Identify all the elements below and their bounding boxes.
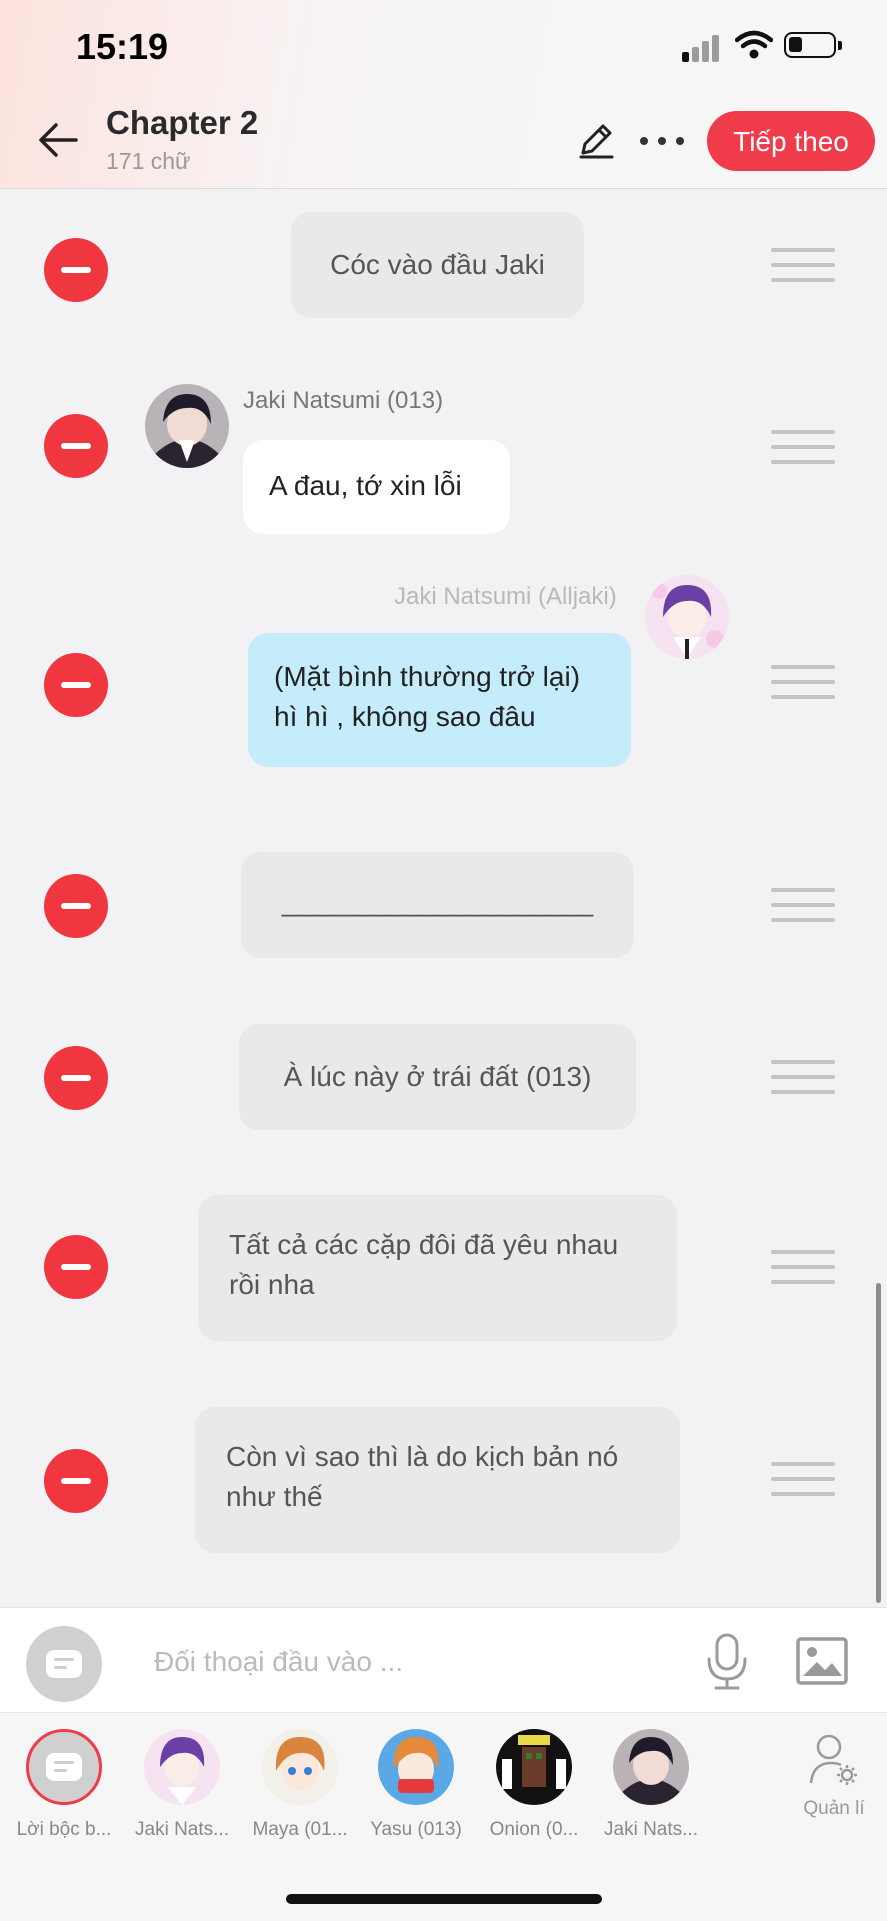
- character-label: Jaki Nats...: [135, 1819, 229, 1840]
- narration-bubble[interactable]: Còn vì sao thì là do kịch bản nó như thế: [195, 1407, 680, 1553]
- avatar: [378, 1729, 454, 1805]
- next-button[interactable]: Tiếp theo: [707, 111, 875, 171]
- character-yasu[interactable]: Yasu (013): [359, 1729, 473, 1841]
- top-bar: 15:19 Chapter 2 171 chữ Tiếp theo: [0, 0, 887, 189]
- avatar: [145, 384, 229, 468]
- narration-bubble[interactable]: Cóc vào đầu Jaki: [291, 212, 584, 318]
- narration-bubble[interactable]: À lúc này ở trái đất (013): [239, 1024, 636, 1130]
- status-time: 15:19: [76, 26, 169, 67]
- narration-bubble[interactable]: Tất cả các cặp đôi đã yêu nhau rồi nha: [198, 1195, 677, 1341]
- bubble-line: (Mặt bình thường trở lại): [274, 661, 581, 692]
- drag-handle-icon[interactable]: [771, 1462, 835, 1498]
- character-label: Lời bộc b...: [16, 1819, 112, 1840]
- battery-icon: [784, 32, 842, 58]
- character-narrator[interactable]: Lời bộc b...: [7, 1729, 121, 1841]
- bubble-line: hì hì , không sao đâu: [274, 701, 536, 732]
- character-label: Yasu (013): [370, 1819, 462, 1840]
- narration-bubble[interactable]: ____________________: [241, 852, 634, 958]
- avatar: [26, 1729, 102, 1805]
- scrollbar[interactable]: [876, 1283, 881, 1603]
- character-maya[interactable]: Maya (01...: [243, 1729, 357, 1841]
- wifi-icon: [735, 30, 773, 59]
- drag-handle-icon[interactable]: [771, 1060, 835, 1096]
- signal-icon: [682, 34, 722, 62]
- dialogue-bubble[interactable]: A đau, tớ xin lỗi: [243, 440, 510, 534]
- chapter-title: Chapter 2: [106, 104, 259, 141]
- character-jaki-013[interactable]: Jaki Nats...: [594, 1729, 708, 1841]
- drag-handle-icon[interactable]: [771, 430, 835, 466]
- speaker-name: Jaki Natsumi (013): [243, 387, 444, 414]
- delete-message-button[interactable]: [44, 238, 108, 302]
- chat-icon: [46, 1650, 82, 1678]
- bubble-line: rồi nha: [229, 1269, 315, 1300]
- manage-characters-button[interactable]: Quản lí: [794, 1733, 874, 1820]
- delete-message-button[interactable]: [44, 414, 108, 478]
- character-onion[interactable]: Onion (0...: [477, 1729, 591, 1841]
- input-bar: [0, 1607, 887, 1712]
- avatar: [496, 1729, 572, 1805]
- delete-message-button[interactable]: [44, 1449, 108, 1513]
- more-icon[interactable]: [638, 130, 688, 150]
- drag-handle-icon[interactable]: [771, 248, 835, 284]
- word-count: 171 chữ: [106, 148, 191, 174]
- bubble-line: Tất cả các cặp đôi đã yêu nhau: [229, 1229, 619, 1260]
- character-jaki-alljaki[interactable]: Jaki Nats...: [125, 1729, 239, 1841]
- narration-mode-button[interactable]: [26, 1626, 102, 1702]
- avatar: [613, 1729, 689, 1805]
- delete-message-button[interactable]: [44, 874, 108, 938]
- manage-label: Quản lí: [803, 1798, 865, 1819]
- bubble-line: Còn vì sao thì là do kịch bản nó: [226, 1441, 619, 1472]
- character-label: Jaki Nats...: [604, 1819, 698, 1840]
- chat-icon: [46, 1753, 82, 1781]
- dialogue-bubble[interactable]: (Mặt bình thường trở lại) hì hì , không …: [248, 633, 631, 767]
- manage-user-icon: [809, 1734, 857, 1785]
- delete-message-button[interactable]: [44, 1046, 108, 1110]
- home-indicator[interactable]: [286, 1894, 602, 1904]
- back-arrow-icon[interactable]: [36, 118, 80, 162]
- bubble-line: như thế: [226, 1481, 323, 1512]
- microphone-icon[interactable]: [700, 1632, 754, 1692]
- drag-handle-icon[interactable]: [771, 1250, 835, 1286]
- delete-message-button[interactable]: [44, 1235, 108, 1299]
- avatar: [262, 1729, 338, 1805]
- avatar: [144, 1729, 220, 1805]
- avatar: [645, 575, 729, 659]
- character-bar: Lời bộc b... Jaki Nats... Maya (01... Ya…: [0, 1712, 887, 1921]
- image-icon[interactable]: [795, 1636, 849, 1686]
- drag-handle-icon[interactable]: [771, 888, 835, 924]
- character-label: Maya (01...: [252, 1819, 348, 1840]
- drag-handle-icon[interactable]: [771, 665, 835, 701]
- character-label: Onion (0...: [489, 1819, 579, 1840]
- speaker-name: Jaki Natsumi (Alljaki): [394, 583, 617, 610]
- pencil-icon[interactable]: [576, 120, 616, 160]
- delete-message-button[interactable]: [44, 653, 108, 717]
- dialogue-input[interactable]: [152, 1636, 676, 1688]
